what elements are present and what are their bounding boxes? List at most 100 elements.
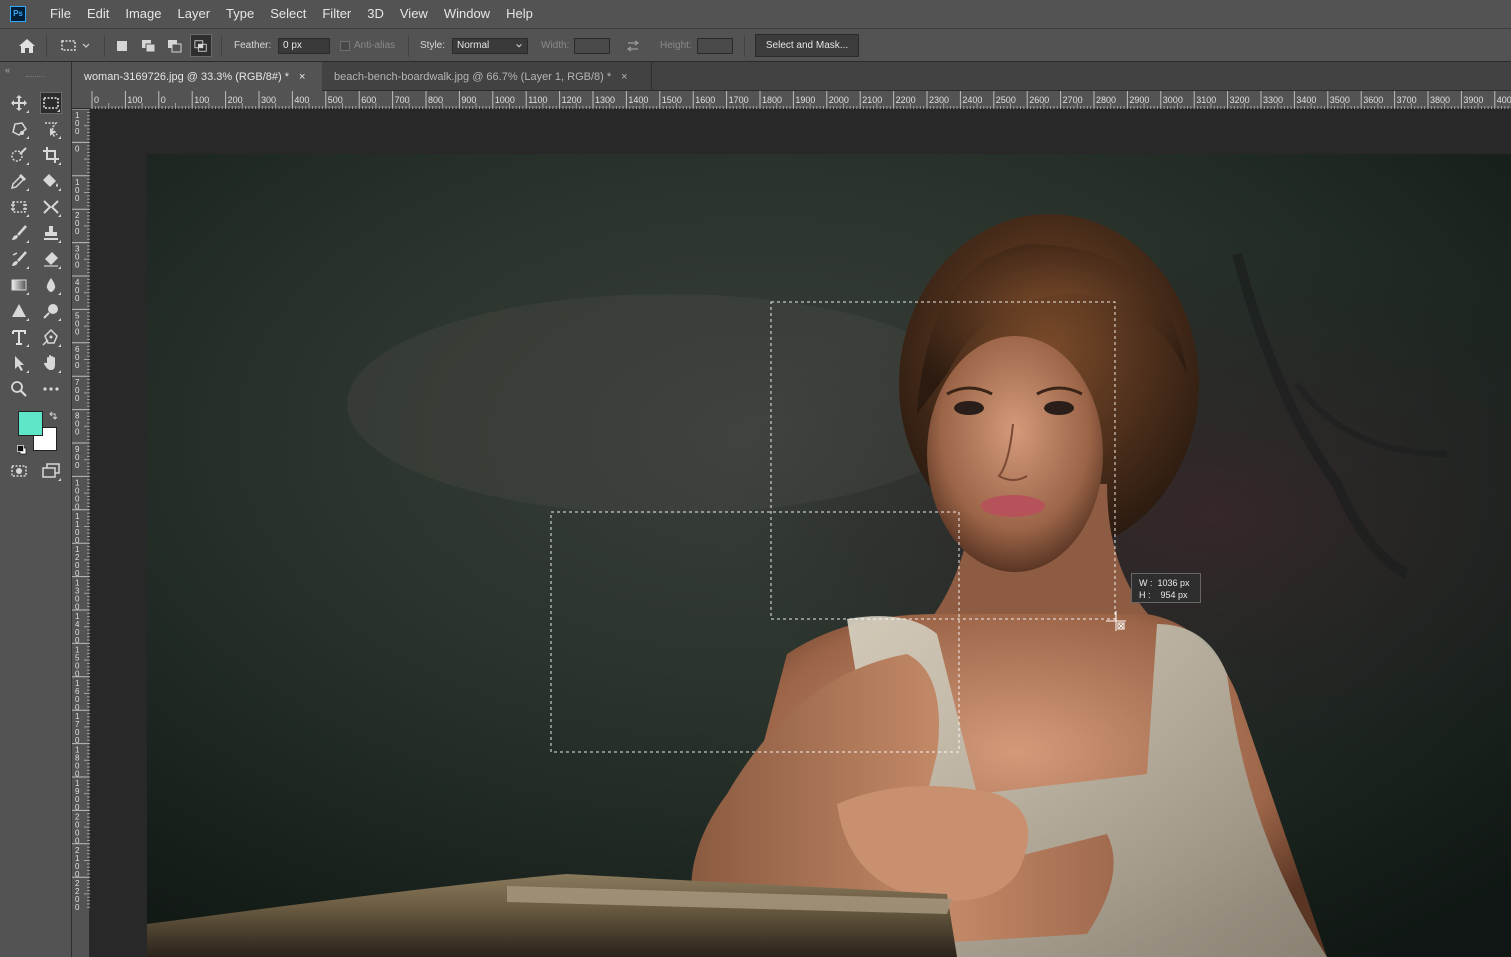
frame-tool[interactable] <box>8 196 30 218</box>
close-icon[interactable]: × <box>621 71 627 83</box>
type-tool[interactable] <box>8 326 30 348</box>
checkbox-icon <box>340 40 350 51</box>
swap-colors-icon[interactable] <box>48 408 58 426</box>
marquee-selection[interactable] <box>147 154 1511 957</box>
ruler-label: 600 <box>75 345 80 370</box>
chevron-down-icon <box>516 43 522 48</box>
add-to-selection-button[interactable] <box>141 29 157 62</box>
intersect-selection-button[interactable] <box>190 34 212 57</box>
tool-preset-picker[interactable] <box>60 29 91 62</box>
ruler-label: 3900 <box>1463 95 1483 105</box>
menu-layer[interactable]: Layer <box>170 0 219 28</box>
ruler-label: 800 <box>75 412 80 437</box>
height-input[interactable] <box>697 37 733 54</box>
select-and-mask-button[interactable]: Select and Mask... <box>755 34 859 57</box>
pen-tool[interactable] <box>40 326 62 348</box>
rectangular-marquee-tool[interactable] <box>40 92 62 114</box>
ruler-label: 1500 <box>75 645 80 678</box>
object-selection-tool[interactable] <box>40 118 62 140</box>
menu-edit[interactable]: Edit <box>79 0 117 28</box>
vertical-ruler[interactable]: 1000100200300400500600700800900100011001… <box>72 109 90 957</box>
menu-3d[interactable]: 3D <box>359 0 392 28</box>
gradient-tool[interactable] <box>8 274 30 296</box>
dodge-tool[interactable] <box>40 300 62 322</box>
zoom-tool[interactable] <box>8 378 30 400</box>
default-colors-icon[interactable] <box>17 442 27 460</box>
foreground-color-swatch[interactable] <box>18 411 43 436</box>
ruler-label: 300 <box>75 245 80 270</box>
paint-bucket-tool[interactable] <box>40 170 62 192</box>
ruler-label: 3700 <box>1397 95 1417 105</box>
tool-flyout-icon <box>26 188 29 191</box>
anti-alias-checkbox[interactable]: Anti-alias <box>340 29 395 62</box>
menu-image[interactable]: Image <box>117 0 169 28</box>
ruler-label: 1600 <box>695 95 715 105</box>
ruler-label: 3100 <box>1196 95 1216 105</box>
selection-size-readout: W : 1036 px H : 954 px <box>1131 573 1201 603</box>
feather-input[interactable]: 0 px <box>278 37 330 54</box>
feather-label: Feather: <box>234 40 272 51</box>
width-input[interactable] <box>574 37 610 54</box>
ruler-label: 1000 <box>75 478 80 511</box>
width-label: Width: <box>541 40 570 51</box>
tool-flyout-icon <box>58 478 61 481</box>
document-image[interactable] <box>147 154 1511 957</box>
canvas-area[interactable]: W : 1036 px H : 954 px <box>90 109 1511 957</box>
menu-filter[interactable]: Filter <box>314 0 359 28</box>
tool-flyout-icon <box>26 110 29 113</box>
crop-tool[interactable] <box>40 144 62 166</box>
quick-mask-button[interactable] <box>8 460 30 482</box>
sharpen-tool[interactable] <box>8 300 30 322</box>
document-tab[interactable]: beach-bench-boardwalk.jpg @ 66.7% (Layer… <box>322 62 652 91</box>
brush-tool[interactable] <box>8 222 30 244</box>
subtract-selection-button[interactable] <box>167 29 183 62</box>
panel-grip[interactable] <box>26 76 44 79</box>
path-selection-tool[interactable] <box>8 352 30 374</box>
height-label: Height: <box>660 40 692 51</box>
history-brush-tool[interactable] <box>8 248 30 270</box>
collapse-panel-icon[interactable]: « <box>5 65 10 75</box>
divider <box>104 35 105 57</box>
menu-view[interactable]: View <box>392 0 436 28</box>
screen-mode-button[interactable] <box>40 460 62 482</box>
edit-toolbar-button[interactable] <box>40 378 62 400</box>
ruler-label: 3400 <box>1296 95 1316 105</box>
quick-selection-tool[interactable] <box>8 144 30 166</box>
document-tab-active[interactable]: woman-3169726.jpg @ 33.3% (RGB/8#) * × <box>72 62 322 91</box>
clone-stamp-tool[interactable] <box>40 222 62 244</box>
menu-help[interactable]: Help <box>498 0 541 28</box>
tool-flyout-icon <box>26 240 29 243</box>
tool-flyout-icon <box>58 370 61 373</box>
blur-tool[interactable] <box>40 274 62 296</box>
ruler-label: 1100 <box>75 512 80 545</box>
tool-flyout-icon <box>58 344 61 347</box>
healing-tool[interactable] <box>40 196 62 218</box>
ruler-label: 1000 <box>495 95 515 105</box>
ruler-label: 100 <box>127 95 142 105</box>
menu-select[interactable]: Select <box>262 0 314 28</box>
ruler-label: 500 <box>328 95 343 105</box>
tab-title: beach-bench-boardwalk.jpg @ 66.7% (Layer… <box>334 70 612 83</box>
close-icon[interactable]: × <box>299 71 305 83</box>
menu-file[interactable]: File <box>42 0 79 28</box>
lasso-tool[interactable] <box>8 118 30 140</box>
tool-flyout-icon <box>26 370 29 373</box>
horizontal-ruler[interactable]: 0 100 0 100 200 300 400 500 600 700 800 900 1000 1100… <box>72 91 1511 109</box>
menu-window[interactable]: Window <box>436 0 498 28</box>
eraser-tool[interactable] <box>40 248 62 270</box>
new-selection-button[interactable] <box>117 29 127 62</box>
eyedropper-tool[interactable] <box>8 170 30 192</box>
ruler-label: 100 <box>75 111 80 136</box>
style-select[interactable]: Normal <box>452 37 528 54</box>
menu-type[interactable]: Type <box>218 0 262 28</box>
ruler-label: 300 <box>261 95 276 105</box>
hand-tool[interactable] <box>40 352 62 374</box>
tools-panel: « <box>0 62 72 957</box>
home-button[interactable] <box>18 29 36 62</box>
width-readout: W : 1036 px <box>1139 578 1190 588</box>
move-tool[interactable] <box>8 92 30 114</box>
tool-flyout-icon <box>58 162 61 165</box>
ruler-label: 400 <box>75 278 80 303</box>
tool-flyout-icon <box>58 136 61 139</box>
swap-width-height-button[interactable] <box>625 29 641 62</box>
